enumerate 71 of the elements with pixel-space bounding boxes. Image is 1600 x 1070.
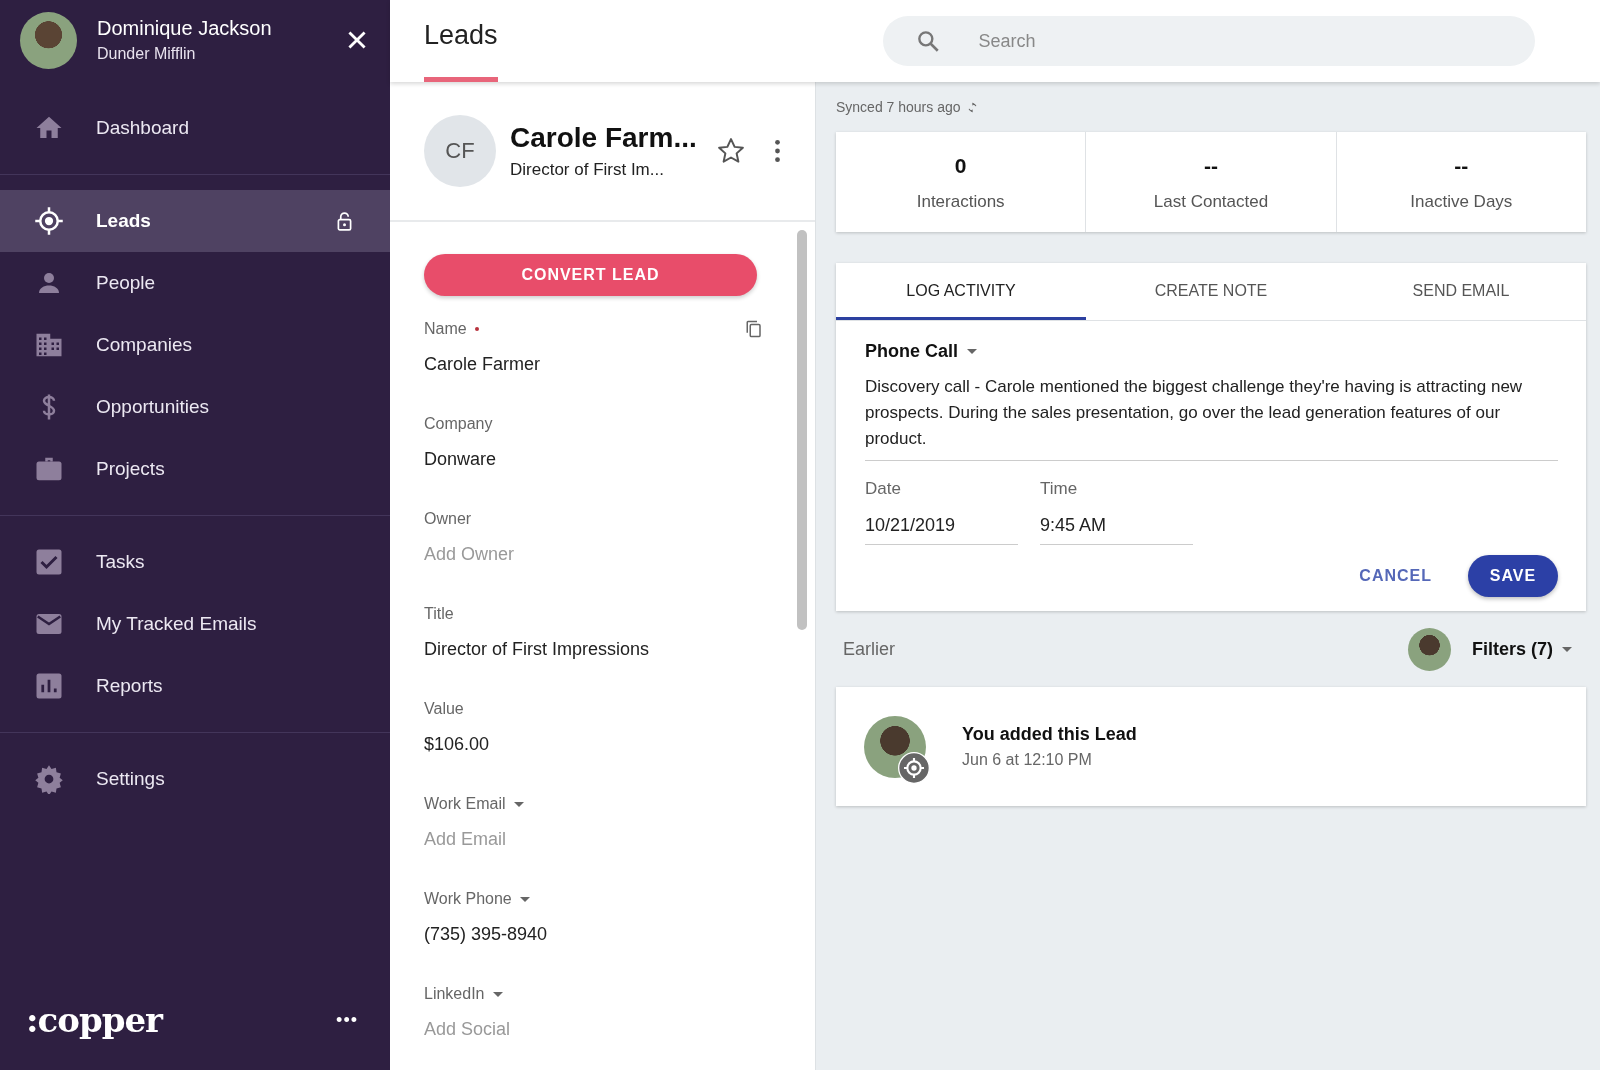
sidebar-item[interactable]: Opportunities	[0, 376, 390, 438]
sidebar-item[interactable]: Reports	[0, 655, 390, 717]
field-label: Owner	[424, 510, 472, 528]
search-field[interactable]: Search	[882, 16, 1535, 66]
gear-icon	[34, 764, 64, 794]
stat-value: 0	[953, 154, 968, 178]
user-name: Dominique Jackson	[97, 17, 273, 40]
cancel-button[interactable]: CANCEL	[1359, 567, 1432, 585]
sidebar-item[interactable]: Projects	[0, 438, 390, 500]
tab[interactable]: SEND EMAIL	[1336, 263, 1586, 320]
tab[interactable]: CREATE NOTE	[1086, 263, 1336, 320]
section-heading: Earlier	[843, 638, 896, 660]
field-value[interactable]: Donware	[424, 449, 763, 470]
star-icon[interactable]	[716, 136, 746, 166]
target-icon	[898, 751, 930, 784]
save-button[interactable]: SAVE	[1468, 555, 1558, 597]
caret-icon[interactable]	[1562, 646, 1572, 652]
sidebar-item[interactable]: People	[0, 252, 390, 314]
chart-icon	[34, 671, 64, 701]
caret-icon[interactable]	[492, 991, 503, 997]
field-value[interactable]: $106.00	[424, 734, 763, 755]
copy-icon[interactable]	[745, 320, 763, 338]
field-value[interactable]: Carole Farmer	[424, 354, 763, 375]
sidebar-item[interactable]: Tasks	[0, 531, 390, 593]
caret-icon[interactable]	[967, 349, 977, 354]
stat-label: Interactions	[915, 192, 1006, 212]
field-value[interactable]: (735) 395-8940	[424, 924, 763, 945]
stat-value: --	[1203, 154, 1219, 178]
avatar-photo-placeholder	[20, 11, 77, 69]
company-name: Dunder Mifflin	[97, 45, 197, 63]
time-field[interactable]: 9:45 AM	[1040, 515, 1193, 545]
logo[interactable]: :copper	[26, 1000, 163, 1040]
caret-icon[interactable]	[513, 801, 524, 807]
field-label: LinkedIn	[424, 985, 485, 1003]
lead-name: Carole Farm...	[510, 122, 698, 154]
filters-dropdown[interactable]: Filters (7)	[1471, 638, 1572, 660]
convert-lead-button[interactable]: CONVERT LEAD	[424, 254, 757, 296]
field-label: Work Email	[424, 795, 506, 813]
sync-status: Synced 7 hours ago	[836, 99, 961, 115]
tab[interactable]: LOG ACTIVITY	[836, 263, 1086, 320]
check-icon	[34, 547, 64, 577]
stat-value: --	[1453, 154, 1470, 178]
activity-type-dropdown[interactable]: Phone Call	[865, 341, 1558, 362]
avatar-photo-placeholder[interactable]	[1407, 627, 1451, 671]
sidebar-item[interactable]: My Tracked Emails	[0, 593, 390, 655]
sidebar-item[interactable]: Leads	[0, 190, 390, 252]
target-icon	[34, 206, 64, 236]
more-button[interactable]: •••	[336, 1009, 358, 1031]
activity-title: You added this Lead	[962, 724, 1137, 745]
sidebar-item[interactable]: Settings	[0, 748, 390, 810]
time-label: Time	[1040, 479, 1079, 499]
more-options-icon[interactable]	[774, 138, 781, 164]
caret-icon[interactable]	[519, 896, 530, 902]
scrollbar-thumb[interactable]	[797, 230, 807, 630]
stat-label: Last Contacted	[1152, 192, 1270, 212]
field-label: Value	[424, 700, 464, 718]
sidebar-item[interactable]: Companies	[0, 314, 390, 376]
initials-avatar: CF	[424, 115, 496, 187]
field-label: Work Phone	[424, 890, 512, 908]
stat-label: Inactive Days	[1409, 192, 1514, 212]
field-label: Company	[424, 415, 493, 433]
field-value[interactable]: Director of First Impressions	[424, 639, 763, 660]
field-label: Name	[424, 320, 467, 338]
sidebar-item[interactable]: Dashboard	[0, 97, 390, 159]
lead-subtitle: Director of First Im...	[510, 160, 665, 180]
description-field[interactable]: Discovery call - Carole mentioned the biggest challenge they're having is attracting new prospects. During the sales presentation, go over the lead generation features of our product.	[865, 374, 1558, 461]
activity-time: Jun 6 at 12:10 PM	[962, 751, 1093, 769]
sync-icon[interactable]	[966, 101, 978, 113]
field-label: Title	[424, 605, 454, 623]
date-field[interactable]: 10/21/2019	[865, 515, 1018, 545]
date-label: Date	[865, 479, 902, 499]
